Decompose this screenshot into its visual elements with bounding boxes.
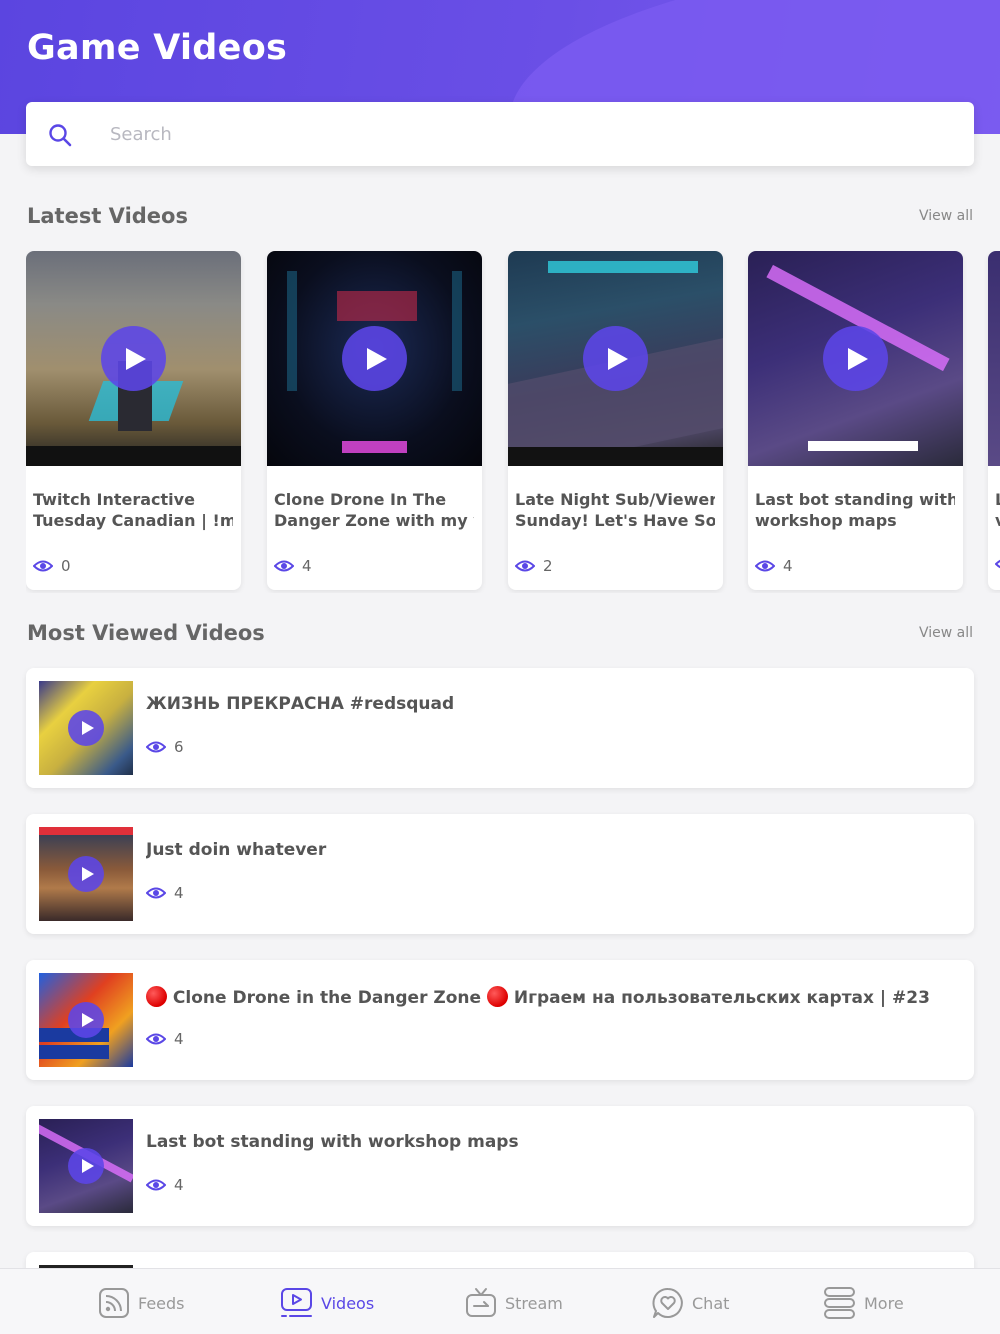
video-thumbnail	[26, 251, 241, 466]
red-circle-icon	[486, 986, 508, 1007]
view-count: 4	[755, 557, 793, 575]
list-item[interactable]: Clone Drone in the Danger Zone Играем на…	[26, 960, 974, 1080]
most-viewed-title: Most Viewed Videos	[27, 621, 265, 645]
latest-view-all-link[interactable]: View all	[919, 208, 973, 224]
eye-icon	[146, 1033, 166, 1045]
play-button[interactable]	[101, 326, 166, 391]
play-button[interactable]	[583, 326, 648, 391]
bottom-nav: Feeds Videos Stream Chat More	[0, 1268, 1000, 1334]
video-card[interactable]: Clone Drone In The Danger Zone with my v…	[267, 251, 482, 590]
view-count: 4	[146, 884, 184, 902]
more-icon	[824, 1287, 855, 1319]
search-bar[interactable]	[26, 102, 974, 166]
eye-icon	[146, 887, 166, 899]
list-item[interactable]: Just doin whatever 4	[26, 814, 974, 934]
latest-videos-title: Latest Videos	[27, 204, 188, 228]
video-title: Clone Drone in the Danger Zone Играем на…	[146, 986, 956, 1008]
play-button[interactable]	[823, 326, 888, 391]
video-thumbnail	[39, 973, 133, 1067]
page-title: Game Videos	[27, 28, 288, 68]
play-button[interactable]	[68, 1148, 104, 1184]
eye-icon	[274, 560, 294, 572]
feeds-icon	[99, 1288, 129, 1318]
view-count: 4	[146, 1030, 184, 1048]
play-button[interactable]	[68, 710, 104, 746]
video-title: Last bot standing with workshop maps	[146, 1132, 519, 1152]
list-item[interactable]: ЖИЗНЬ ПРЕКРАСНА #redsquad 6	[26, 668, 974, 788]
video-thumbnail	[39, 681, 133, 775]
search-input[interactable]	[110, 116, 950, 152]
video-title: Clone Drone In The Danger Zone with my v…	[274, 490, 474, 530]
red-circle-icon	[146, 986, 167, 1007]
stream-icon	[466, 1288, 496, 1317]
search-icon	[49, 124, 72, 147]
video-thumbnail	[39, 827, 133, 921]
video-thumbnail	[748, 251, 963, 466]
video-title: L v	[995, 489, 1000, 531]
view-count: 4	[146, 1176, 184, 1194]
videos-icon	[281, 1288, 312, 1317]
eye-icon	[146, 741, 166, 753]
video-thumbnail	[267, 251, 482, 466]
video-thumbnail	[508, 251, 723, 466]
play-button[interactable]	[68, 1002, 104, 1038]
video-card[interactable]: Twitch Interactive Tuesday Canadian | !m…	[26, 251, 241, 590]
video-title: Last bot standing with workshop maps	[755, 490, 955, 530]
list-item[interactable]: Last bot standing with workshop maps 4	[26, 1106, 974, 1226]
view-count: 2	[515, 557, 553, 575]
view-count: 0	[33, 557, 71, 575]
eye-icon	[33, 560, 53, 572]
view-count: 4	[274, 557, 312, 575]
view-count	[995, 557, 1000, 571]
nav-item-more[interactable]: More	[823, 1283, 904, 1323]
nav-item-feeds[interactable]: Feeds	[98, 1283, 185, 1323]
play-button[interactable]	[68, 856, 104, 892]
video-card[interactable]: L v	[988, 251, 1000, 590]
eye-icon	[146, 1179, 166, 1191]
video-title: ЖИЗНЬ ПРЕКРАСНА #redsquad	[146, 694, 455, 714]
video-thumbnail	[39, 1119, 133, 1213]
view-count: 6	[146, 738, 184, 756]
most-viewed-view-all-link[interactable]: View all	[919, 625, 973, 641]
nav-item-chat[interactable]: Chat	[652, 1283, 729, 1323]
video-title: Twitch Interactive Tuesday Canadian | !m…	[33, 490, 233, 530]
video-title: Just doin whatever	[146, 840, 327, 860]
video-card[interactable]: Last bot standing with workshop maps 4	[748, 251, 963, 590]
eye-icon	[515, 560, 535, 572]
latest-videos-row[interactable]: Twitch Interactive Tuesday Canadian | !m…	[26, 251, 1000, 593]
nav-item-videos[interactable]: Videos	[280, 1283, 374, 1323]
chat-icon	[652, 1287, 683, 1318]
nav-item-stream[interactable]: Stream	[465, 1283, 563, 1323]
eye-icon	[755, 560, 775, 572]
video-title: Late Night Sub/Viewer Sunday! Let's Have…	[515, 490, 715, 530]
eye-icon	[995, 559, 1000, 569]
video-card[interactable]: Late Night Sub/Viewer Sunday! Let's Have…	[508, 251, 723, 590]
video-thumbnail	[988, 251, 1000, 466]
play-button[interactable]	[342, 326, 407, 391]
